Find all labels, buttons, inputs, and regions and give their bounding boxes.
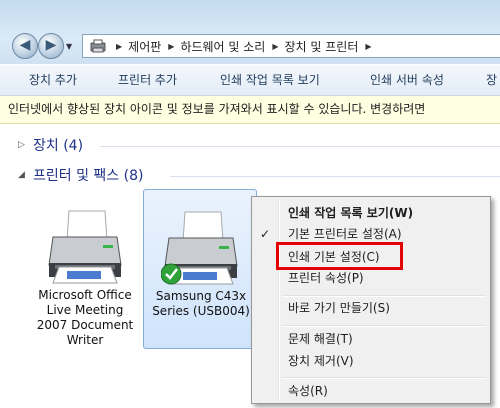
context-menu: ✓ 인쇄 작업 목록 보기(W) 기본 프린터로 설정(A) 인쇄 기본 설정(…	[251, 196, 491, 404]
menu-separator	[282, 377, 486, 379]
printer-name: Microsoft Office Live Meeting 2007 Docum…	[28, 288, 142, 348]
breadcrumb-control-panel[interactable]: 제어판	[128, 38, 161, 55]
printer-icon	[48, 210, 122, 284]
title-bar: ◀ ▶ ▼ ▶ 제어판 ▶ 하드웨어 및 소리 ▶ 장치 및 프린터 ▶	[0, 0, 500, 64]
menu-gutter	[278, 199, 280, 401]
printer-name-line: Writer	[66, 333, 104, 347]
menu-item-see-print-queue[interactable]: 인쇄 작업 목록 보기(W)	[288, 203, 413, 223]
chevron-right-icon[interactable]: ▶	[272, 42, 278, 51]
toolbar-overflow-button[interactable]: 장	[486, 65, 497, 96]
printer-name-line: Live Meeting	[46, 303, 124, 317]
printer-icon	[161, 211, 238, 285]
printer-name-line: 2007 Document	[36, 318, 134, 332]
printer-tile-ms-office-writer[interactable]: Microsoft Office Live Meeting 2007 Docum…	[28, 189, 142, 349]
collapse-arrow-icon[interactable]: ◢	[18, 170, 25, 180]
info-bar[interactable]: 인터넷에서 향상된 장치 아이콘 및 정보를 가져와서 표시할 수 있습니다. …	[0, 96, 500, 124]
back-button[interactable]: ◀	[12, 33, 38, 59]
breadcrumb-devices-printers[interactable]: 장치 및 프린터	[285, 38, 359, 55]
printer-name-line: Microsoft Office	[38, 288, 132, 302]
menu-item-set-default-printer[interactable]: 기본 프린터로 설정(A)	[288, 224, 402, 244]
group-label-printers-faxes: 프린터 및 팩스 (8)	[33, 168, 144, 184]
group-label-devices: 장치 (4)	[33, 138, 84, 154]
printer-tile-samsung-c43x[interactable]: Samsung C43x Series (USB004)	[143, 189, 257, 349]
red-highlight-annotation	[276, 242, 403, 270]
group-divider	[100, 146, 500, 147]
add-device-button[interactable]: 장치 추가	[29, 65, 77, 96]
default-printer-check-icon	[161, 263, 182, 285]
menu-separator	[282, 295, 486, 297]
breadcrumb-hardware-sound[interactable]: 하드웨어 및 소리	[180, 38, 265, 55]
menu-item-troubleshoot[interactable]: 문제 해결(T)	[288, 329, 353, 349]
menu-item-printer-properties[interactable]: 프린터 속성(P)	[288, 268, 364, 288]
menu-item-properties[interactable]: 속성(R)	[288, 381, 328, 401]
menu-item-create-shortcut[interactable]: 바로 가기 만들기(S)	[288, 298, 390, 318]
recent-pages-dropdown-icon[interactable]: ▼	[66, 42, 72, 51]
checkmark-icon: ✓	[260, 227, 271, 241]
menu-item-remove-device[interactable]: 장치 제거(V)	[288, 351, 354, 371]
command-toolbar: 장치 추가 프린터 추가 인쇄 작업 목록 보기 인쇄 서버 속성 장	[0, 64, 500, 96]
control-panel-icon	[89, 38, 109, 54]
arrow-right-icon: ▶	[45, 37, 57, 53]
group-divider	[170, 176, 500, 177]
address-bar[interactable]: ▶ 제어판 ▶ 하드웨어 및 소리 ▶ 장치 및 프린터 ▶	[82, 34, 500, 58]
see-print-queue-button[interactable]: 인쇄 작업 목록 보기	[220, 65, 320, 96]
arrow-left-icon: ◀	[19, 37, 31, 53]
chevron-right-icon[interactable]: ▶	[116, 42, 122, 51]
group-header-printers[interactable]: ◢ 프린터 및 팩스 (8)	[0, 164, 500, 190]
add-printer-button[interactable]: 프린터 추가	[118, 65, 177, 96]
printer-name-line: Series (USB004)	[152, 304, 250, 318]
chevron-right-icon[interactable]: ▶	[168, 42, 174, 51]
print-server-properties-button[interactable]: 인쇄 서버 속성	[370, 65, 444, 96]
group-header-devices[interactable]: ▷ 장치 (4)	[0, 134, 500, 160]
printer-name: Samsung C43x Series (USB004)	[144, 289, 258, 319]
menu-separator	[282, 325, 486, 327]
expand-arrow-icon[interactable]: ▷	[18, 140, 25, 150]
chevron-right-icon[interactable]: ▶	[365, 42, 371, 51]
printer-name-line: Samsung C43x	[155, 289, 247, 303]
forward-button[interactable]: ▶	[38, 33, 64, 59]
